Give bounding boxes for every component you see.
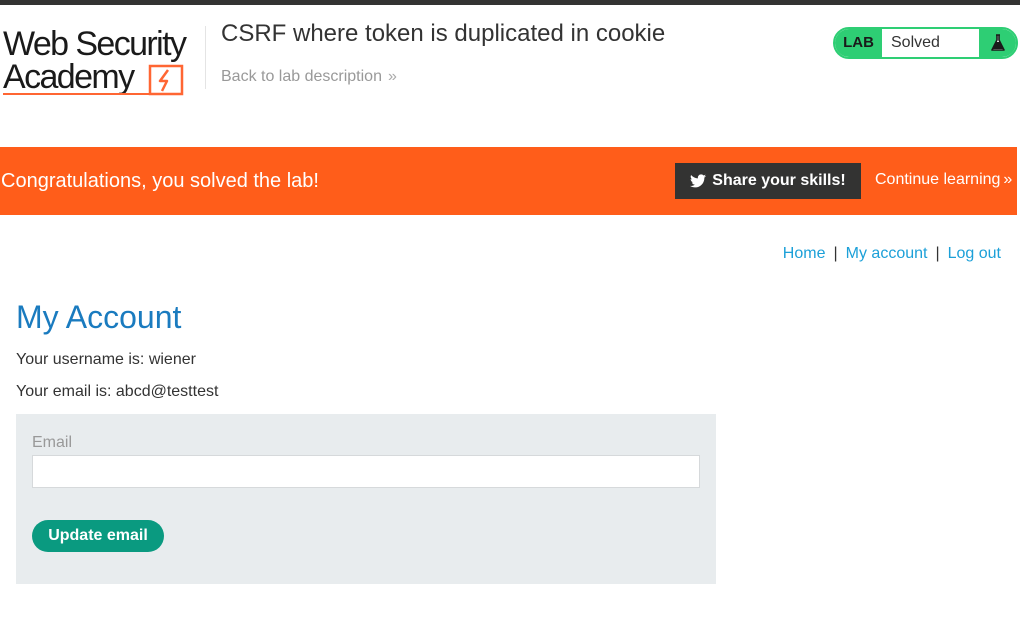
lab-status-badge: LAB Solved [833, 27, 1018, 59]
logo-underline [3, 93, 153, 95]
update-email-button[interactable]: Update email [32, 520, 164, 552]
lab-title: CSRF where token is duplicated in cookie [221, 20, 666, 47]
username-text: Your username is: wiener [16, 351, 196, 368]
continue-learning-link[interactable]: Continue learning» [875, 171, 1012, 189]
back-link-label: Back to lab description [221, 68, 382, 85]
email-input[interactable] [32, 455, 700, 488]
share-skills-label: Share your skills! [712, 172, 846, 189]
change-email-form: Email Update email [16, 414, 716, 584]
lab-status-text: Solved [891, 34, 940, 51]
web-security-academy-logo[interactable]: Web Security Academy [3, 26, 201, 98]
continue-learning-label: Continue learning [875, 171, 1001, 188]
logo-bolt-icon [148, 64, 184, 96]
nav-home-link[interactable]: Home [783, 245, 826, 262]
flask-icon [979, 29, 1016, 57]
page-title: My Account [16, 299, 182, 335]
logo-text-line1: Web Security [3, 25, 187, 63]
nav-separator: | [935, 245, 940, 262]
top-bar [0, 0, 1020, 5]
nav-separator: | [833, 245, 838, 262]
email-text: Your email is: abcd@testtest [16, 383, 219, 400]
double-chevron-right-icon: » [1003, 171, 1013, 188]
header-divider [205, 26, 206, 89]
account-nav: Home | My account | Log out [783, 245, 1001, 263]
congratulations-message: Congratulations, you solved the lab! [1, 170, 319, 192]
lab-tag: LAB [835, 29, 882, 57]
logo-text-line2: Academy [3, 58, 135, 96]
twitter-icon [690, 174, 707, 188]
email-field-label: Email [32, 434, 73, 451]
nav-my-account-link[interactable]: My account [846, 245, 928, 262]
nav-log-out-link[interactable]: Log out [948, 245, 1001, 262]
share-skills-button[interactable]: Share your skills! [675, 163, 861, 199]
double-chevron-right-icon: » [387, 68, 397, 85]
back-to-lab-description-link[interactable]: Back to lab description » [221, 68, 397, 86]
solved-banner: Congratulations, you solved the lab! Sha… [0, 147, 1017, 215]
